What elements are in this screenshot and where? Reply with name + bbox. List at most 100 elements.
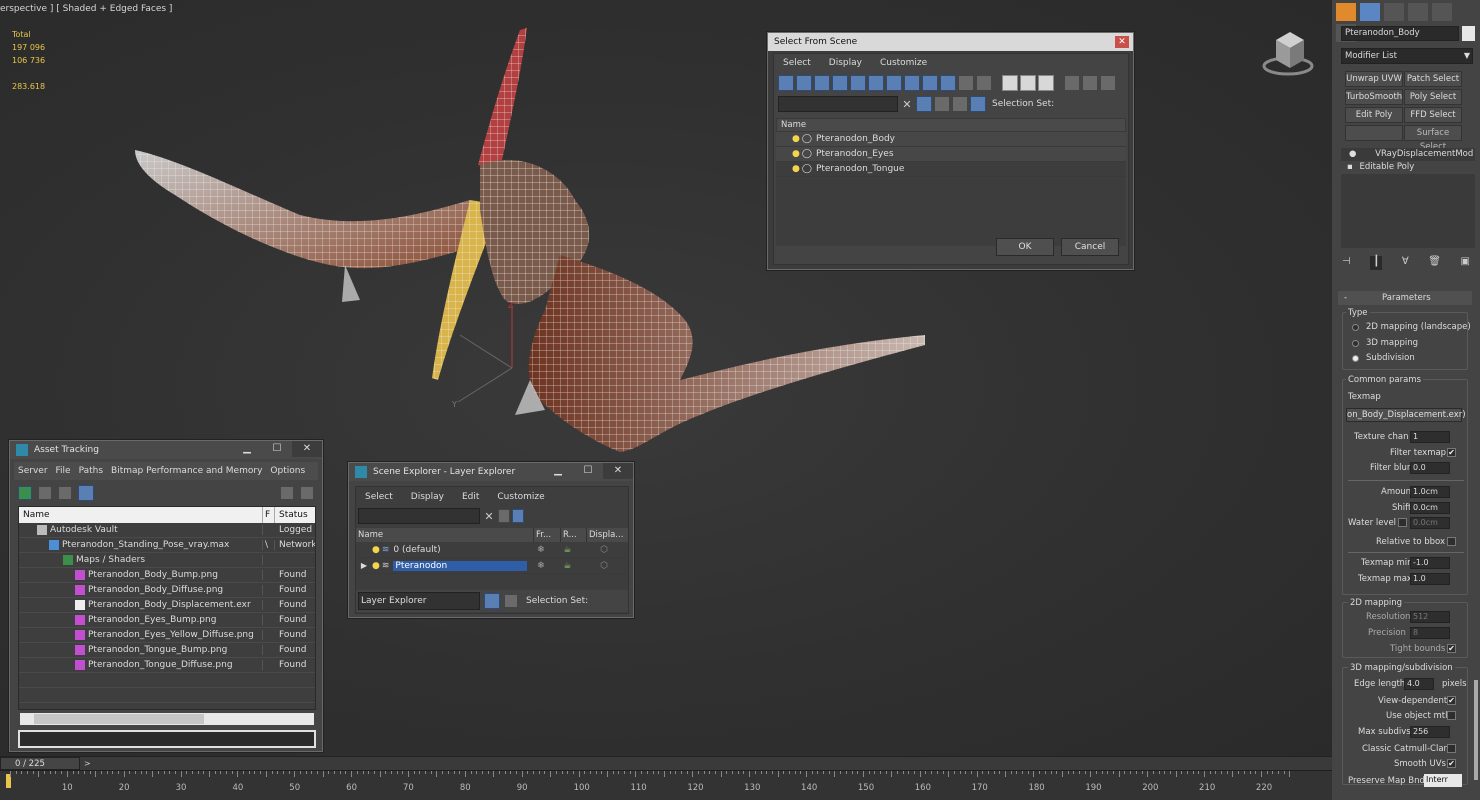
list-view-icon[interactable]: [38, 486, 52, 500]
hierarchy-icon[interactable]: [970, 96, 986, 112]
modify-tab-icon[interactable]: [1359, 3, 1380, 21]
texmap-min-spinner[interactable]: -1.0: [1410, 557, 1450, 569]
light-bulb-icon[interactable]: ●: [1349, 149, 1356, 159]
expand-icon[interactable]: ▪: [1347, 162, 1353, 172]
filter-hidden-icon[interactable]: [976, 75, 992, 91]
poly-select-button[interactable]: Poly Select: [1404, 89, 1462, 105]
filter-bones-icon[interactable]: [922, 75, 938, 91]
filter-selection-icon[interactable]: [916, 96, 932, 112]
table-row[interactable]: Pteranodon_Tongue_Diffuse.png Found: [19, 658, 315, 673]
box-icon[interactable]: ⬡: [580, 561, 628, 571]
explorer-type-select[interactable]: Layer Explorer: [358, 592, 480, 610]
freeze-icon[interactable]: ❄: [527, 561, 554, 571]
name-column-header[interactable]: Name: [776, 118, 1126, 132]
minimize-icon[interactable]: ▁: [543, 463, 573, 479]
layers-icon[interactable]: [952, 96, 968, 112]
max-subdivs-spinner[interactable]: 256: [1410, 726, 1450, 738]
stack-item[interactable]: ▪ Editable Poly: [1341, 161, 1475, 174]
light-bulb-icon[interactable]: ●: [372, 545, 380, 555]
close-icon[interactable]: ✕: [603, 463, 633, 479]
classic-catmull-checkbox[interactable]: [1447, 744, 1456, 753]
table-view-icon[interactable]: [58, 486, 72, 500]
filter-icon[interactable]: [498, 509, 510, 523]
make-unique-icon[interactable]: ∀: [1402, 256, 1409, 270]
table-row[interactable]: Maps / Shaders: [19, 553, 315, 568]
layer-mode-icon[interactable]: [484, 593, 500, 609]
menu-paths[interactable]: Paths: [75, 466, 107, 476]
water-level-spinner[interactable]: 0.0cm: [1410, 517, 1450, 529]
menu-options[interactable]: Options: [266, 466, 309, 476]
filter-options-icon[interactable]: [1082, 75, 1098, 91]
patch-select-button[interactable]: Patch Select: [1404, 71, 1462, 87]
parameters-rollout-header[interactable]: - Parameters: [1338, 291, 1472, 305]
table-row[interactable]: Pteranodon_Body_Displacement.exr Found: [19, 598, 315, 613]
settings-icon[interactable]: [300, 486, 314, 500]
edge-length-spinner[interactable]: 4.0: [1404, 678, 1434, 690]
table-row[interactable]: Pteranodon_Body_Diffuse.png Found: [19, 583, 315, 598]
cancel-button[interactable]: Cancel: [1061, 238, 1119, 256]
ffd-select-button[interactable]: FFD Select: [1404, 107, 1462, 123]
maximize-icon[interactable]: ☐: [573, 463, 603, 479]
remove-modifier-icon[interactable]: 🗑: [1428, 256, 1441, 270]
close-icon[interactable]: ✕: [292, 441, 322, 457]
hierarchy-tab-icon[interactable]: [1383, 3, 1404, 21]
filter-spacewarps-icon[interactable]: [868, 75, 884, 91]
radio-subdivision[interactable]: [1352, 355, 1359, 362]
radio-2d-mapping[interactable]: [1352, 324, 1359, 331]
turbosmooth-button[interactable]: TurboSmooth: [1345, 89, 1403, 105]
menu-edit[interactable]: Edit: [453, 492, 488, 502]
help-icon[interactable]: [280, 486, 294, 500]
col-frozen-header[interactable]: Fr...: [534, 528, 561, 542]
name-filter-input[interactable]: [778, 96, 898, 112]
menu-select[interactable]: Select: [356, 492, 402, 502]
grid-view-icon[interactable]: [78, 485, 94, 501]
ok-button[interactable]: OK: [996, 238, 1054, 256]
teapot-icon[interactable]: ☕: [554, 561, 580, 571]
next-frame-icon[interactable]: >: [84, 757, 94, 770]
pin-stack-icon[interactable]: ⊣: [1342, 256, 1351, 270]
filter-shapes-icon[interactable]: [796, 75, 812, 91]
view-dependent-checkbox[interactable]: ✔: [1447, 696, 1456, 705]
list-item[interactable]: ● ◯ Pteranodon_Tongue: [776, 162, 1126, 177]
preserve-map-select[interactable]: Interr: [1424, 774, 1462, 787]
surface-select-button[interactable]: Surface Select: [1404, 125, 1462, 152]
menu-server[interactable]: Server: [14, 466, 52, 476]
time-slider-bar[interactable]: 0 / 225 >: [0, 756, 1332, 770]
table-row[interactable]: Pteranodon_Body_Bump.png Found: [19, 568, 315, 583]
close-icon[interactable]: ✕: [1115, 36, 1129, 48]
horizontal-scrollbar[interactable]: [20, 713, 314, 725]
maximize-icon[interactable]: ☐: [262, 441, 292, 457]
light-bulb-icon[interactable]: ●: [372, 561, 380, 571]
edit-poly-button[interactable]: Edit Poly: [1345, 107, 1403, 123]
select-all-icon[interactable]: [1002, 75, 1018, 91]
object-color-swatch[interactable]: [1462, 26, 1475, 41]
texture-chan-spinner[interactable]: 1: [1410, 431, 1450, 443]
select-invert-icon[interactable]: [1038, 75, 1054, 91]
box-icon[interactable]: ⬡: [580, 545, 628, 555]
menu-bitmap-performance[interactable]: Bitmap Performance and Memory: [107, 466, 266, 476]
clear-icon[interactable]: ✕: [482, 510, 496, 523]
radio-3d-mapping[interactable]: [1352, 340, 1359, 347]
menu-display[interactable]: Display: [402, 492, 453, 502]
use-object-mtl-checkbox[interactable]: [1447, 711, 1456, 720]
filter-geometry-icon[interactable]: [778, 75, 794, 91]
clear-icon[interactable]: ✕: [900, 98, 914, 111]
empty-modifier-button[interactable]: [1345, 125, 1403, 141]
col-name-header[interactable]: Name: [19, 507, 263, 523]
create-tab-icon[interactable]: [1336, 3, 1356, 21]
col-render-header[interactable]: R...: [561, 528, 587, 542]
hierarchy-icon[interactable]: [504, 594, 518, 608]
table-row[interactable]: ● ≋ 0 (default) ❄ ☕ ⬡: [356, 542, 628, 558]
motion-tab-icon[interactable]: [1407, 3, 1428, 21]
modifier-list-dropdown[interactable]: Modifier List ▼: [1341, 48, 1473, 64]
teapot-icon[interactable]: ☕: [554, 545, 580, 555]
stack-item[interactable]: ● VRayDisplacementMod: [1341, 148, 1475, 161]
filter-xrefs-icon[interactable]: [904, 75, 920, 91]
precision-spinner[interactable]: 8: [1410, 627, 1450, 639]
smooth-uvs-checkbox[interactable]: ✔: [1447, 759, 1456, 768]
object-name-field[interactable]: Pteranodon_Body: [1341, 26, 1459, 41]
col-name-header[interactable]: Name: [356, 528, 534, 542]
filter-containers-icon[interactable]: [940, 75, 956, 91]
find-input[interactable]: [358, 508, 480, 524]
tight-bounds-checkbox[interactable]: ✔: [1447, 644, 1456, 653]
